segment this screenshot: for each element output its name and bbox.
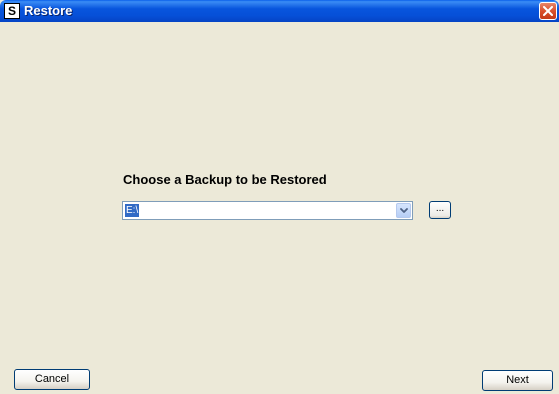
browse-button[interactable]: ... [429, 201, 451, 219]
restore-window: S Restore Choose a Backup to be Restored… [0, 0, 559, 394]
dropdown-button[interactable] [396, 203, 411, 218]
close-icon [543, 6, 553, 16]
next-button[interactable]: Next [482, 370, 553, 391]
title-bar[interactable]: S Restore [0, 0, 559, 22]
window-title: Restore [24, 3, 73, 18]
cancel-button[interactable]: Cancel [14, 369, 90, 390]
app-icon[interactable]: S [4, 3, 20, 19]
close-button[interactable] [539, 2, 557, 20]
backup-location-select[interactable]: E:\ [122, 201, 413, 220]
page-heading: Choose a Backup to be Restored [123, 172, 327, 187]
chevron-down-icon [399, 207, 408, 213]
backup-location-value: E:\ [125, 204, 140, 217]
app-icon-letter: S [7, 4, 16, 18]
